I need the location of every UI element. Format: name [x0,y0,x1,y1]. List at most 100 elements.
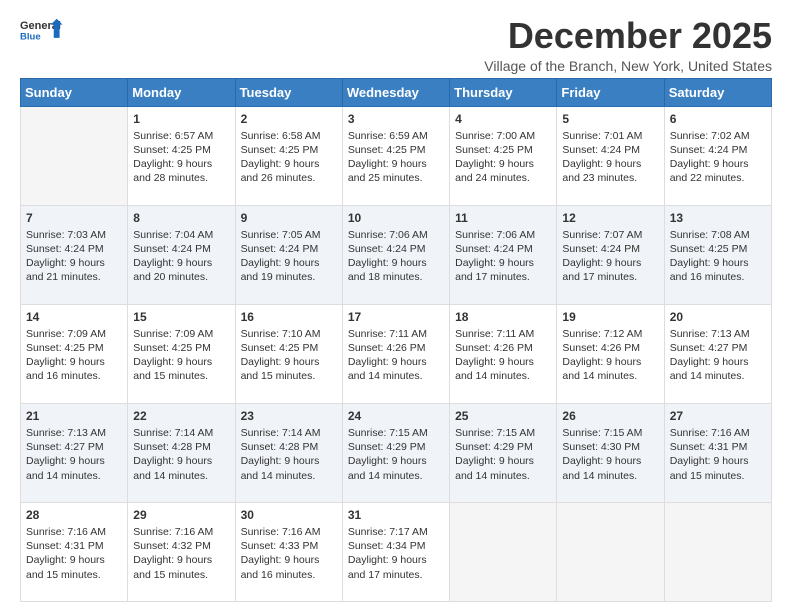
day-number: 31 [348,507,444,523]
sunrise-text: Sunrise: 7:15 AM [348,426,444,440]
daylight-text: Daylight: 9 hours and 19 minutes. [241,256,337,284]
calendar-header: Sunday Monday Tuesday Wednesday Thursday… [21,78,772,106]
sunrise-text: Sunrise: 7:16 AM [133,525,229,539]
calendar-cell: 13Sunrise: 7:08 AMSunset: 4:25 PMDayligh… [664,205,771,304]
sunrise-text: Sunrise: 6:57 AM [133,129,229,143]
sunrise-text: Sunrise: 7:06 AM [348,228,444,242]
sunset-text: Sunset: 4:25 PM [455,143,551,157]
sunrise-text: Sunrise: 7:16 AM [26,525,122,539]
header-row: Sunday Monday Tuesday Wednesday Thursday… [21,78,772,106]
sunset-text: Sunset: 4:24 PM [348,242,444,256]
logo: General Blue [20,16,64,48]
day-number: 26 [562,408,658,424]
day-number: 13 [670,210,766,226]
calendar-cell: 29Sunrise: 7:16 AMSunset: 4:32 PMDayligh… [128,502,235,601]
daylight-text: Daylight: 9 hours and 14 minutes. [562,454,658,482]
calendar-cell: 22Sunrise: 7:14 AMSunset: 4:28 PMDayligh… [128,403,235,502]
page: General Blue December 2025 Village of th… [0,0,792,612]
sunrise-text: Sunrise: 7:14 AM [133,426,229,440]
sunset-text: Sunset: 4:29 PM [348,440,444,454]
sunrise-text: Sunrise: 7:16 AM [241,525,337,539]
sunrise-text: Sunrise: 7:11 AM [455,327,551,341]
sunset-text: Sunset: 4:27 PM [670,341,766,355]
calendar-cell: 18Sunrise: 7:11 AMSunset: 4:26 PMDayligh… [450,304,557,403]
calendar-cell: 15Sunrise: 7:09 AMSunset: 4:25 PMDayligh… [128,304,235,403]
daylight-text: Daylight: 9 hours and 17 minutes. [455,256,551,284]
calendar-cell: 10Sunrise: 7:06 AMSunset: 4:24 PMDayligh… [342,205,449,304]
table-row: 21Sunrise: 7:13 AMSunset: 4:27 PMDayligh… [21,403,772,502]
day-number: 19 [562,309,658,325]
sunset-text: Sunset: 4:27 PM [26,440,122,454]
day-number: 20 [670,309,766,325]
calendar-cell: 4Sunrise: 7:00 AMSunset: 4:25 PMDaylight… [450,106,557,205]
calendar-cell [21,106,128,205]
daylight-text: Daylight: 9 hours and 17 minutes. [562,256,658,284]
day-number: 11 [455,210,551,226]
daylight-text: Daylight: 9 hours and 14 minutes. [241,454,337,482]
sunrise-text: Sunrise: 6:59 AM [348,129,444,143]
calendar-cell: 19Sunrise: 7:12 AMSunset: 4:26 PMDayligh… [557,304,664,403]
calendar-cell: 17Sunrise: 7:11 AMSunset: 4:26 PMDayligh… [342,304,449,403]
daylight-text: Daylight: 9 hours and 14 minutes. [133,454,229,482]
day-number: 30 [241,507,337,523]
daylight-text: Daylight: 9 hours and 28 minutes. [133,157,229,185]
daylight-text: Daylight: 9 hours and 15 minutes. [26,553,122,581]
daylight-text: Daylight: 9 hours and 16 minutes. [241,553,337,581]
sunset-text: Sunset: 4:24 PM [133,242,229,256]
day-number: 6 [670,111,766,127]
sunrise-text: Sunrise: 7:10 AM [241,327,337,341]
calendar-cell: 8Sunrise: 7:04 AMSunset: 4:24 PMDaylight… [128,205,235,304]
sunrise-text: Sunrise: 7:17 AM [348,525,444,539]
col-sunday: Sunday [21,78,128,106]
daylight-text: Daylight: 9 hours and 23 minutes. [562,157,658,185]
sunset-text: Sunset: 4:28 PM [241,440,337,454]
calendar-cell: 9Sunrise: 7:05 AMSunset: 4:24 PMDaylight… [235,205,342,304]
sunrise-text: Sunrise: 7:08 AM [670,228,766,242]
sunset-text: Sunset: 4:31 PM [670,440,766,454]
table-row: 7Sunrise: 7:03 AMSunset: 4:24 PMDaylight… [21,205,772,304]
calendar-cell: 24Sunrise: 7:15 AMSunset: 4:29 PMDayligh… [342,403,449,502]
calendar-cell: 2Sunrise: 6:58 AMSunset: 4:25 PMDaylight… [235,106,342,205]
calendar-cell: 16Sunrise: 7:10 AMSunset: 4:25 PMDayligh… [235,304,342,403]
day-number: 2 [241,111,337,127]
daylight-text: Daylight: 9 hours and 22 minutes. [670,157,766,185]
sunrise-text: Sunrise: 7:06 AM [455,228,551,242]
sunset-text: Sunset: 4:32 PM [133,539,229,553]
calendar-cell: 14Sunrise: 7:09 AMSunset: 4:25 PMDayligh… [21,304,128,403]
calendar-cell: 25Sunrise: 7:15 AMSunset: 4:29 PMDayligh… [450,403,557,502]
daylight-text: Daylight: 9 hours and 17 minutes. [348,553,444,581]
sunset-text: Sunset: 4:26 PM [455,341,551,355]
daylight-text: Daylight: 9 hours and 24 minutes. [455,157,551,185]
day-number: 7 [26,210,122,226]
calendar-cell: 31 Sunrise: 7:17 AMSunset: 4:34 PMDayligh… [342,502,449,601]
daylight-text: Daylight: 9 hours and 14 minutes. [562,355,658,383]
day-number: 21 [26,408,122,424]
col-wednesday: Wednesday [342,78,449,106]
sunset-text: Sunset: 4:31 PM [26,539,122,553]
day-number: 8 [133,210,229,226]
sunset-text: Sunset: 4:25 PM [241,341,337,355]
table-row: 14Sunrise: 7:09 AMSunset: 4:25 PMDayligh… [21,304,772,403]
daylight-text: Daylight: 9 hours and 15 minutes. [133,553,229,581]
daylight-text: Daylight: 9 hours and 14 minutes. [348,355,444,383]
day-number: 3 [348,111,444,127]
sunrise-text: Sunrise: 7:03 AM [26,228,122,242]
day-number: 17 [348,309,444,325]
sunrise-text: Sunrise: 7:05 AM [241,228,337,242]
daylight-text: Daylight: 9 hours and 21 minutes. [26,256,122,284]
daylight-text: Daylight: 9 hours and 16 minutes. [26,355,122,383]
daylight-text: Daylight: 9 hours and 14 minutes. [348,454,444,482]
sunrise-text: Sunrise: 7:00 AM [455,129,551,143]
sunset-text: Sunset: 4:34 PM [348,539,444,553]
calendar-cell: 7Sunrise: 7:03 AMSunset: 4:24 PMDaylight… [21,205,128,304]
sunrise-text: Sunrise: 7:07 AM [562,228,658,242]
calendar-cell [450,502,557,601]
sunset-text: Sunset: 4:25 PM [26,341,122,355]
sunset-text: Sunset: 4:24 PM [562,242,658,256]
sunset-text: Sunset: 4:33 PM [241,539,337,553]
daylight-text: Daylight: 9 hours and 16 minutes. [670,256,766,284]
day-number: 5 [562,111,658,127]
table-row: 28Sunrise: 7:16 AMSunset: 4:31 PMDayligh… [21,502,772,601]
daylight-text: Daylight: 9 hours and 14 minutes. [670,355,766,383]
sunrise-text: Sunrise: 6:58 AM [241,129,337,143]
